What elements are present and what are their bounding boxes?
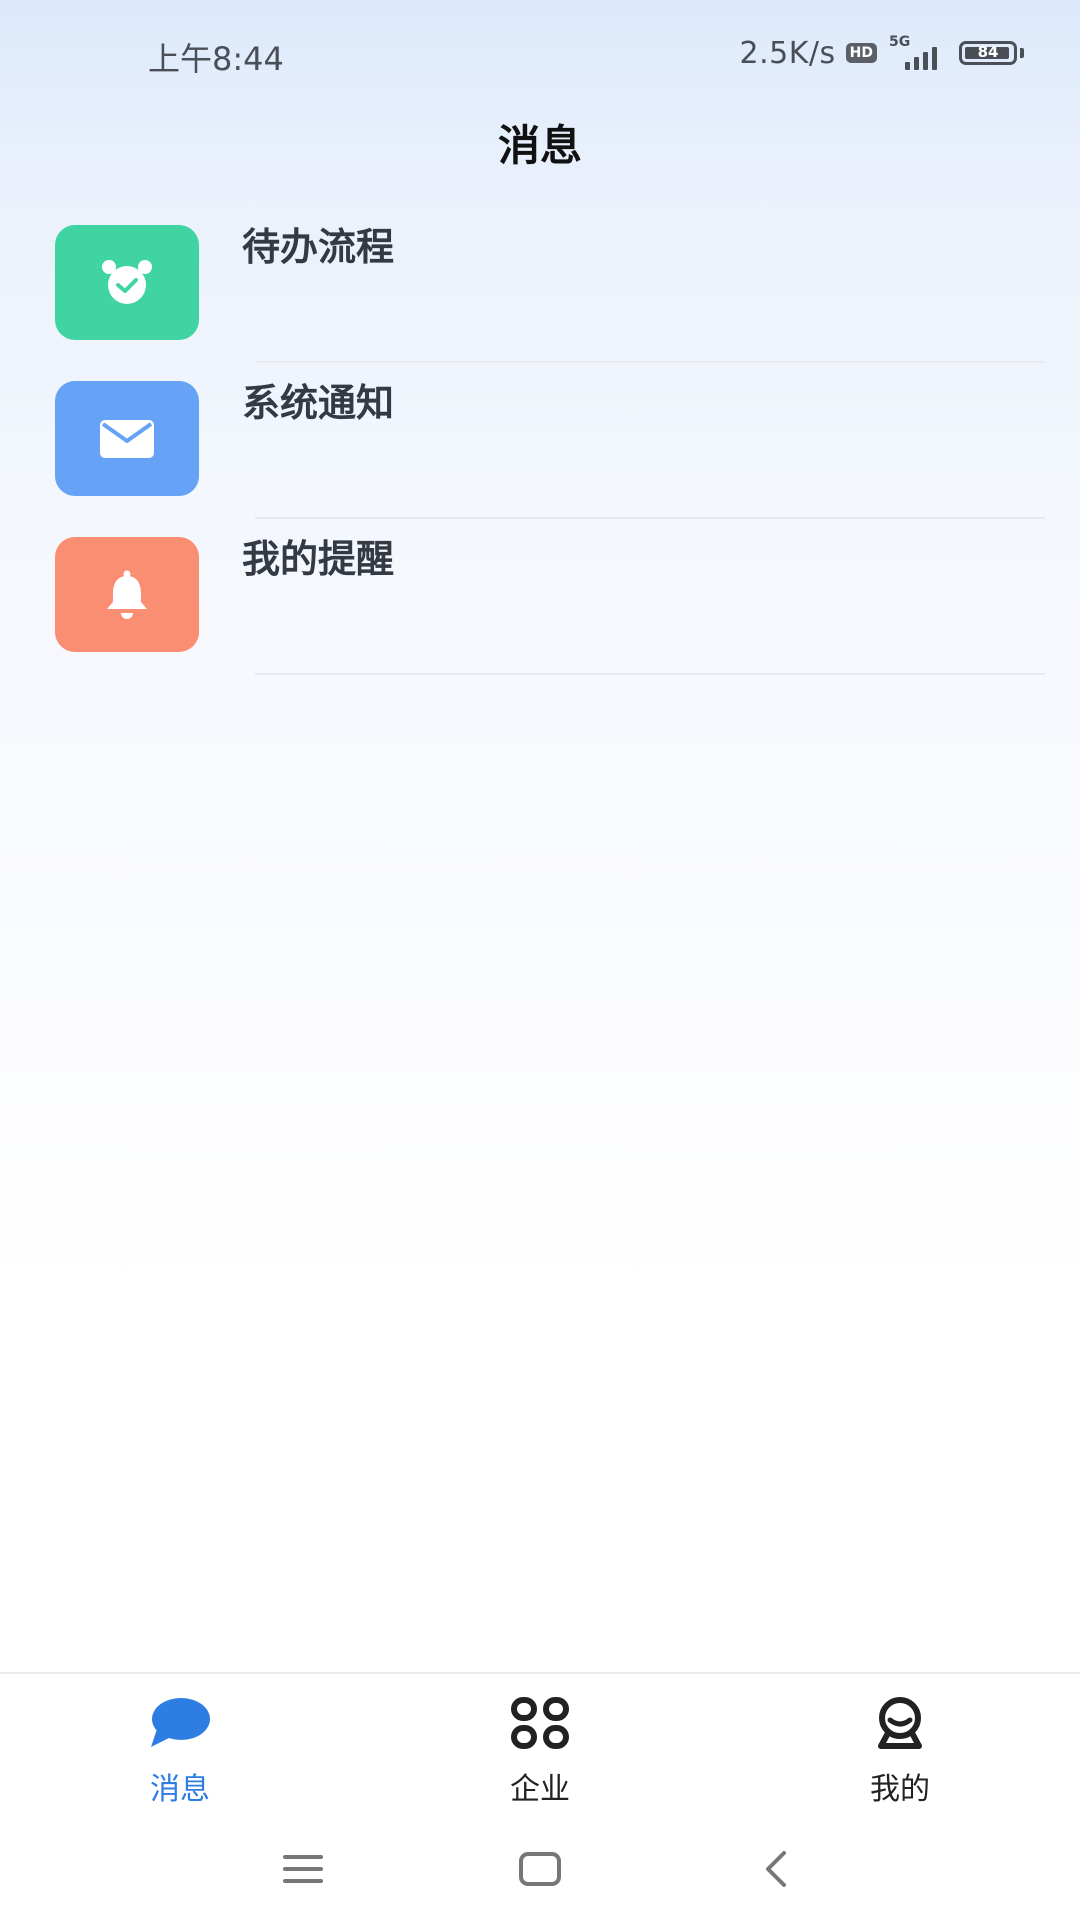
hd-badge: HD <box>845 43 877 63</box>
my-reminder-label: 我的提醒 <box>242 537 395 581</box>
battery-level: 84 <box>977 43 999 61</box>
divider <box>255 361 1045 363</box>
tab-messages-label: 消息 <box>150 1772 210 1807</box>
apps-grid-icon <box>511 1697 569 1749</box>
alarm-clock-icon <box>102 259 152 304</box>
pending-process-icon-tile <box>55 225 199 340</box>
bell-icon <box>107 570 147 619</box>
system-notice-icon-tile <box>55 381 199 496</box>
status-indicators: 2.5K/s HD 5G 84 <box>740 34 1024 72</box>
tab-profile[interactable]: 我的 <box>800 1692 1000 1808</box>
home-icon <box>519 1852 561 1886</box>
nav-menu-button[interactable] <box>263 1844 343 1894</box>
status-bar: 上午8:44 2.5K/s HD 5G 84 <box>0 0 1080 110</box>
profile-icon <box>878 1697 922 1749</box>
divider <box>255 673 1045 675</box>
signal-icon: 5G <box>887 34 949 72</box>
list-item-system-notice[interactable]: 系统通知 <box>0 381 1080 537</box>
nav-home-button[interactable] <box>500 1844 580 1894</box>
message-list: 待办流程 系统通知 我的提醒 <box>0 225 1080 693</box>
system-nav-bar <box>0 1814 1080 1920</box>
menu-icon <box>283 1855 323 1883</box>
network-speed: 2.5K/s <box>739 35 836 71</box>
nav-back-button[interactable] <box>735 1844 815 1894</box>
tab-profile-label: 我的 <box>870 1772 930 1807</box>
system-notice-label: 系统通知 <box>242 381 395 425</box>
list-item-my-reminder[interactable]: 我的提醒 <box>0 537 1080 693</box>
my-reminder-icon-tile <box>55 537 199 652</box>
mail-icon <box>100 419 154 458</box>
tab-enterprise[interactable]: 企业 <box>440 1692 640 1808</box>
chat-bubble-icon <box>151 1698 210 1747</box>
tab-enterprise-label: 企业 <box>510 1772 570 1807</box>
list-item-pending-process[interactable]: 待办流程 <box>0 225 1080 381</box>
divider <box>255 517 1045 519</box>
page-title: 消息 <box>497 121 582 170</box>
back-icon <box>766 1851 786 1887</box>
battery-icon: 84 <box>959 41 1017 65</box>
tab-messages[interactable]: 消息 <box>80 1692 280 1808</box>
status-time: 上午8:44 <box>148 40 284 78</box>
pending-process-label: 待办流程 <box>242 225 395 269</box>
bottom-tab-bar: 消息 企业 我的 <box>0 1672 1080 1814</box>
